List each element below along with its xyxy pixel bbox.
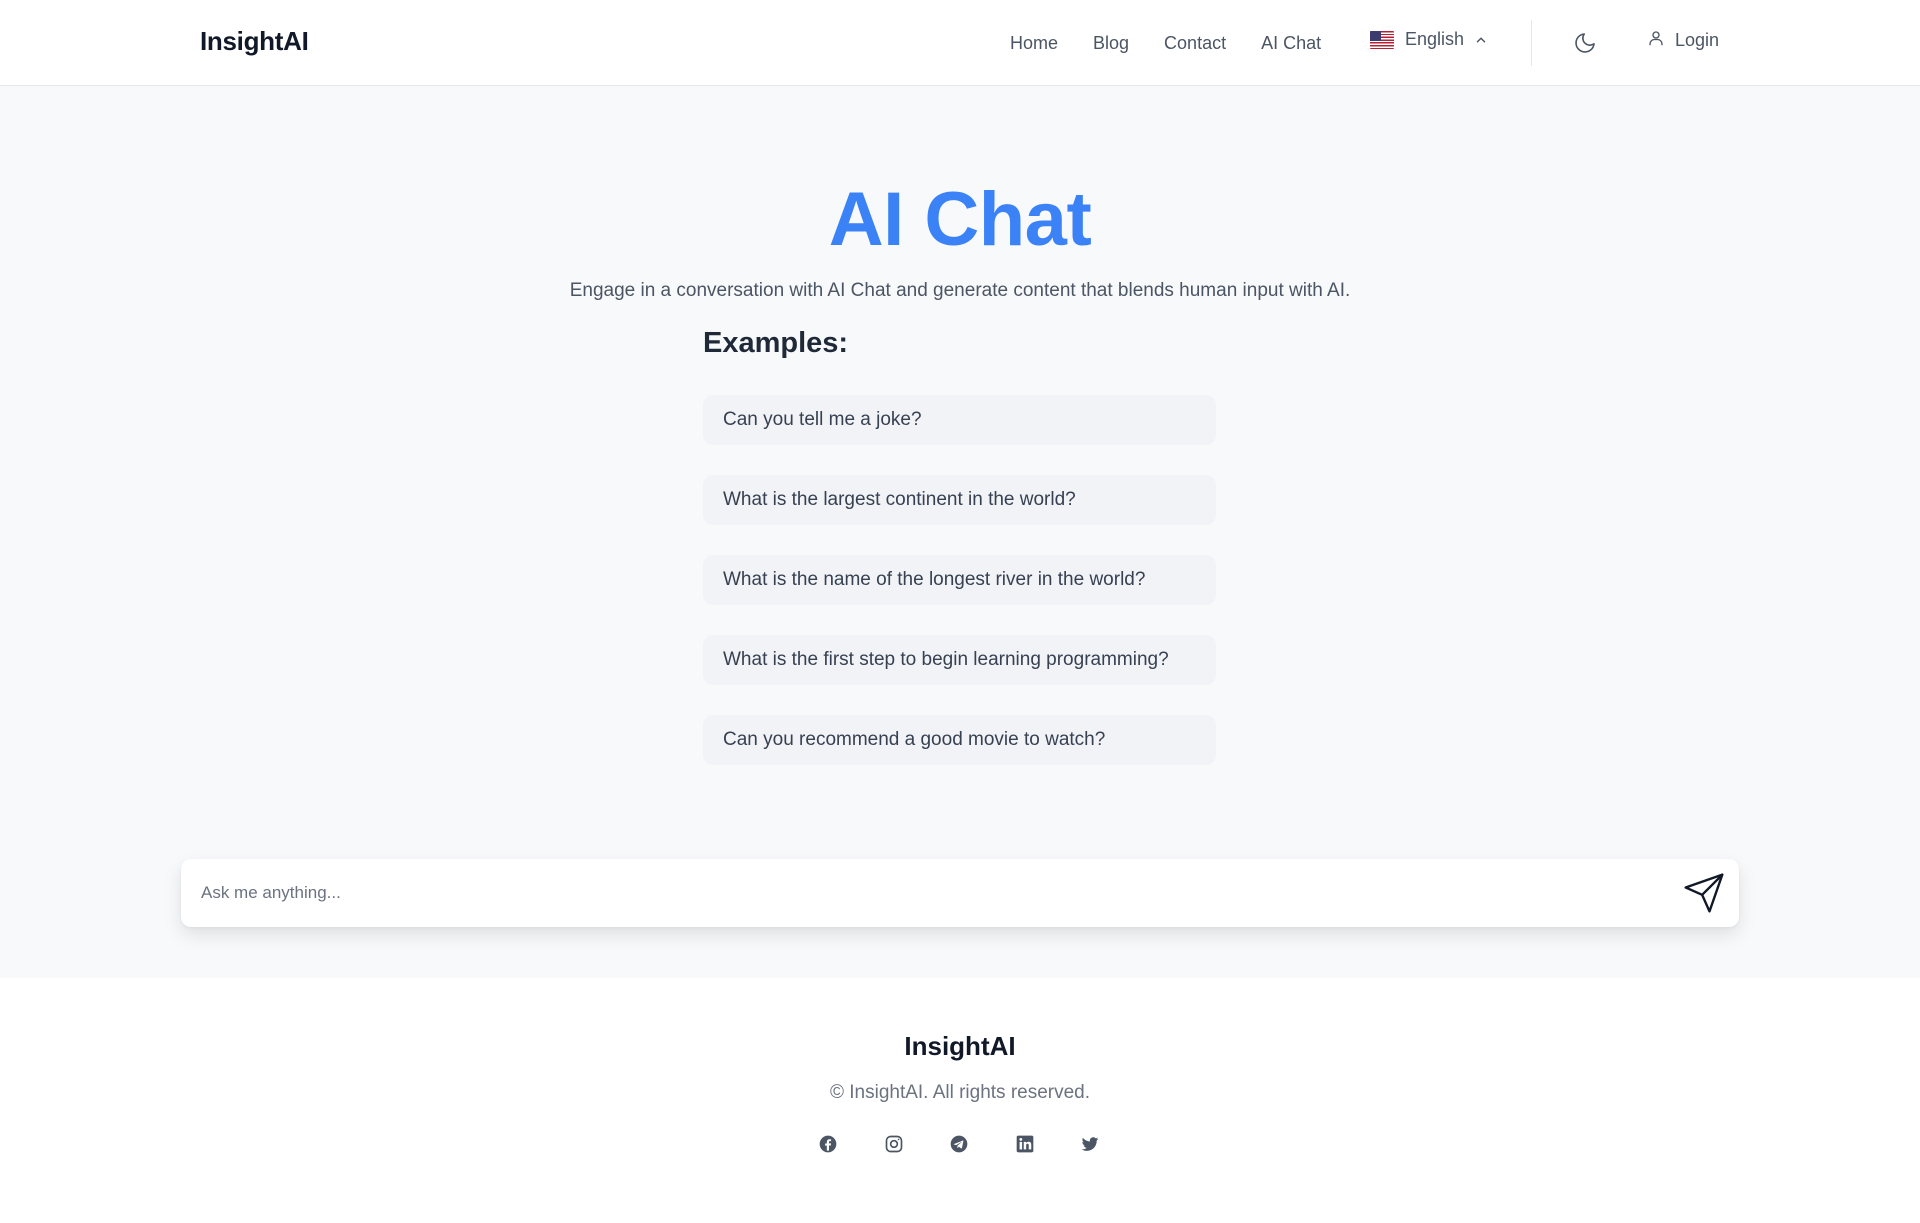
user-icon <box>1647 29 1675 52</box>
page-title: AI Chat <box>828 177 1092 262</box>
send-icon[interactable] <box>1682 871 1726 920</box>
nav-blog-link[interactable]: Blog <box>1093 33 1129 54</box>
facebook-icon[interactable] <box>818 1134 838 1154</box>
header-divider <box>1531 20 1532 66</box>
nav-contact-link[interactable]: Contact <box>1164 33 1226 54</box>
main-content: AI Chat Engage in a conversation with AI… <box>0 86 1920 978</box>
chevron-up-icon <box>1474 33 1488 47</box>
example-prompt[interactable]: What is the name of the longest river in… <box>703 555 1216 605</box>
language-label: English <box>1405 29 1465 49</box>
site-header: InsightAI Home Blog Contact AI Chat Engl… <box>0 0 1920 86</box>
example-prompt[interactable]: Can you tell me a joke? <box>703 395 1216 445</box>
linkedin-icon[interactable] <box>1015 1134 1035 1154</box>
example-prompt[interactable]: What is the first step to begin learning… <box>703 635 1216 685</box>
site-logo[interactable]: InsightAI <box>200 26 309 57</box>
language-selector[interactable]: English <box>1370 29 1488 50</box>
site-footer: InsightAI © InsightAI. All rights reserv… <box>0 978 1920 1223</box>
chat-input-box <box>181 859 1739 927</box>
social-links <box>818 1134 1146 1154</box>
nav-home-link[interactable]: Home <box>1010 33 1058 54</box>
example-prompt[interactable]: What is the largest continent in the wor… <box>703 475 1216 525</box>
main-nav: Home Blog Contact AI Chat <box>1010 0 1356 86</box>
footer-logo[interactable]: InsightAI <box>0 1031 1920 1062</box>
copyright-text: © InsightAI. All rights reserved. <box>829 1082 1091 1103</box>
chat-input[interactable] <box>201 859 1641 927</box>
nav-ai-chat-link[interactable]: AI Chat <box>1261 33 1321 54</box>
login-button[interactable]: Login <box>1647 29 1719 52</box>
instagram-icon[interactable] <box>884 1134 904 1154</box>
page-subtitle: Engage in a conversation with AI Chat an… <box>569 280 1351 301</box>
example-prompt[interactable]: Can you recommend a good movie to watch? <box>703 715 1216 765</box>
telegram-icon[interactable] <box>949 1134 969 1154</box>
us-flag-icon <box>1370 30 1394 49</box>
twitter-icon[interactable] <box>1080 1134 1100 1154</box>
login-label: Login <box>1675 30 1720 50</box>
moon-icon[interactable] <box>1573 31 1597 60</box>
examples-heading: Examples: <box>703 327 849 359</box>
